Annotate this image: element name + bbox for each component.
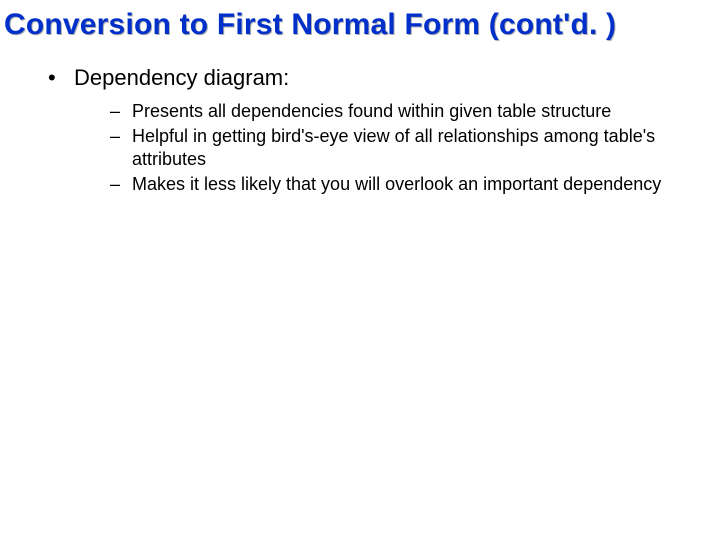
- list-item: Dependency diagram: Presents all depende…: [48, 64, 690, 196]
- sub-list-item: Presents all dependencies found within g…: [110, 100, 690, 123]
- bullet-list: Dependency diagram: Presents all depende…: [0, 64, 720, 196]
- sub-list-item: Makes it less likely that you will overl…: [110, 173, 690, 196]
- sub-bullet-list: Presents all dependencies found within g…: [74, 100, 690, 196]
- sub-list-item: Helpful in getting bird's-eye view of al…: [110, 125, 690, 171]
- slide: Conversion to First Normal Form (cont'd.…: [0, 0, 720, 540]
- bullet-text: Dependency diagram:: [74, 65, 289, 90]
- slide-title: Conversion to First Normal Form (cont'd.…: [4, 8, 720, 42]
